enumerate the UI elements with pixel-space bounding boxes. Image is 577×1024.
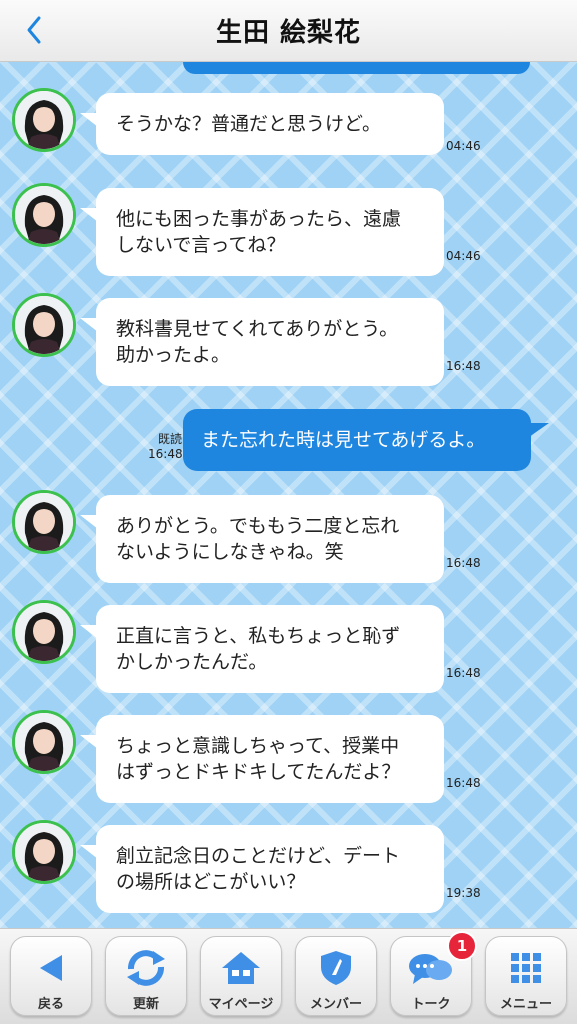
read-receipt: 既読 16:48 [148,432,183,462]
message-timestamp: 16:48 [148,447,183,461]
message-text-line: 教科書見せてくれてありがとう。 [116,318,399,340]
nav-members-label: メンバー [309,997,362,1012]
message-text-line: そうかな？普通だと思うけど。 [116,113,382,135]
avatar[interactable] [12,293,76,357]
message-text-line: また忘れた時は見せてあげるよ。 [201,429,486,451]
message-text-line: ありがとう。でももう二度と忘れ [116,515,400,537]
chat-bubbles-icon [409,954,452,984]
message-text-line: かしかったんだ。 [116,651,268,673]
member-photo-icon [15,603,73,661]
member-photo-icon [15,823,73,881]
message-text-line: 創立記念日のことだけど、デート [116,845,401,867]
avatar[interactable] [12,600,76,664]
nav-menu-label: メニュー [499,997,552,1012]
previous-outgoing-bubble [183,62,530,74]
incoming-message-bubble[interactable]: 教科書見せてくれてありがとう。 助かったよ。 [80,298,444,386]
member-photo-icon [15,91,73,149]
member-photo-icon [15,186,73,244]
message-text-line: ちょっと意識しちゃって、授業中 [116,735,400,757]
shield-icon [321,951,351,985]
message-text-line: 他にも困った事があったら、遠慮 [116,208,402,230]
message-timestamp: 16:48 [446,556,481,570]
message-text-line: 正直に言うと、私もちょっと恥ず [116,625,401,647]
chat-title: 生田 絵梨花 [215,18,362,48]
avatar[interactable] [12,183,76,247]
incoming-message-bubble[interactable]: 創立記念日のことだけど、デート の場所はどこがいい？ [80,825,444,913]
message-timestamp: 16:48 [446,776,481,790]
message-text-line: 助かったよ。 [116,344,231,366]
bottom-nav: 戻る 更新 マイページ メンバー トーク 1 メニュー [0,928,577,1024]
avatar[interactable] [12,88,76,152]
message-timestamp: 04:46 [446,249,481,263]
message-timestamp: 16:48 [446,359,481,373]
nav-mypage-label: マイページ [208,997,274,1012]
incoming-message-bubble[interactable]: 他にも困った事があったら、遠慮 しないで言ってね？ [80,188,444,276]
incoming-message-bubble[interactable]: ありがとう。でももう二度と忘れ ないようにしなきゃね。笑 [80,495,444,583]
incoming-message-bubble[interactable]: 正直に言うと、私もちょっと恥ず かしかったんだ。 [80,605,444,693]
nav-refresh-button[interactable]: 更新 [105,936,187,1016]
app-header: 生田 絵梨花 [0,0,577,62]
message-text-line: ないようにしなきゃね。笑 [116,541,344,563]
message-timestamp: 19:38 [446,886,481,900]
notification-badge: 1 [447,931,477,961]
nav-talk-button[interactable]: トーク 1 [390,931,477,1016]
chat-area[interactable]: そうかな？普通だと思うけど。 04:46 他にも困った事があったら、遠慮 しない… [0,62,577,928]
read-status: 既読 [157,432,182,446]
home-icon [222,952,260,984]
message-timestamp: 04:46 [446,139,481,153]
message-text-line: の場所はどこがいい？ [116,871,306,893]
avatar[interactable] [12,490,76,554]
nav-members-button[interactable]: メンバー [295,936,377,1016]
grid-menu-icon [511,953,541,983]
avatar[interactable] [12,820,76,884]
incoming-message-bubble[interactable]: そうかな？普通だと思うけど。 [80,93,444,155]
member-photo-icon [15,493,73,551]
member-photo-icon [15,713,73,771]
outgoing-message-bubble[interactable]: また忘れた時は見せてあげるよ。 [183,409,549,471]
nav-back-label: 戻る [37,997,64,1012]
incoming-message-bubble[interactable]: ちょっと意識しちゃって、授業中 はずっとドキドキしてたんだよ？ [80,715,444,803]
message-text-line: はずっとドキドキしてたんだよ？ [116,761,401,783]
message-text-line: しないで言ってね？ [116,234,286,256]
triangle-left-icon [40,955,62,981]
nav-menu-button[interactable]: メニュー [485,936,567,1016]
refresh-icon [127,950,165,986]
nav-mypage-button[interactable]: マイページ [200,936,282,1016]
nav-talk-label: トーク [411,997,451,1012]
member-photo-icon [15,296,73,354]
avatar[interactable] [12,710,76,774]
nav-refresh-label: 更新 [132,997,159,1012]
message-timestamp: 16:48 [446,666,481,680]
nav-back-button[interactable]: 戻る [10,936,92,1016]
